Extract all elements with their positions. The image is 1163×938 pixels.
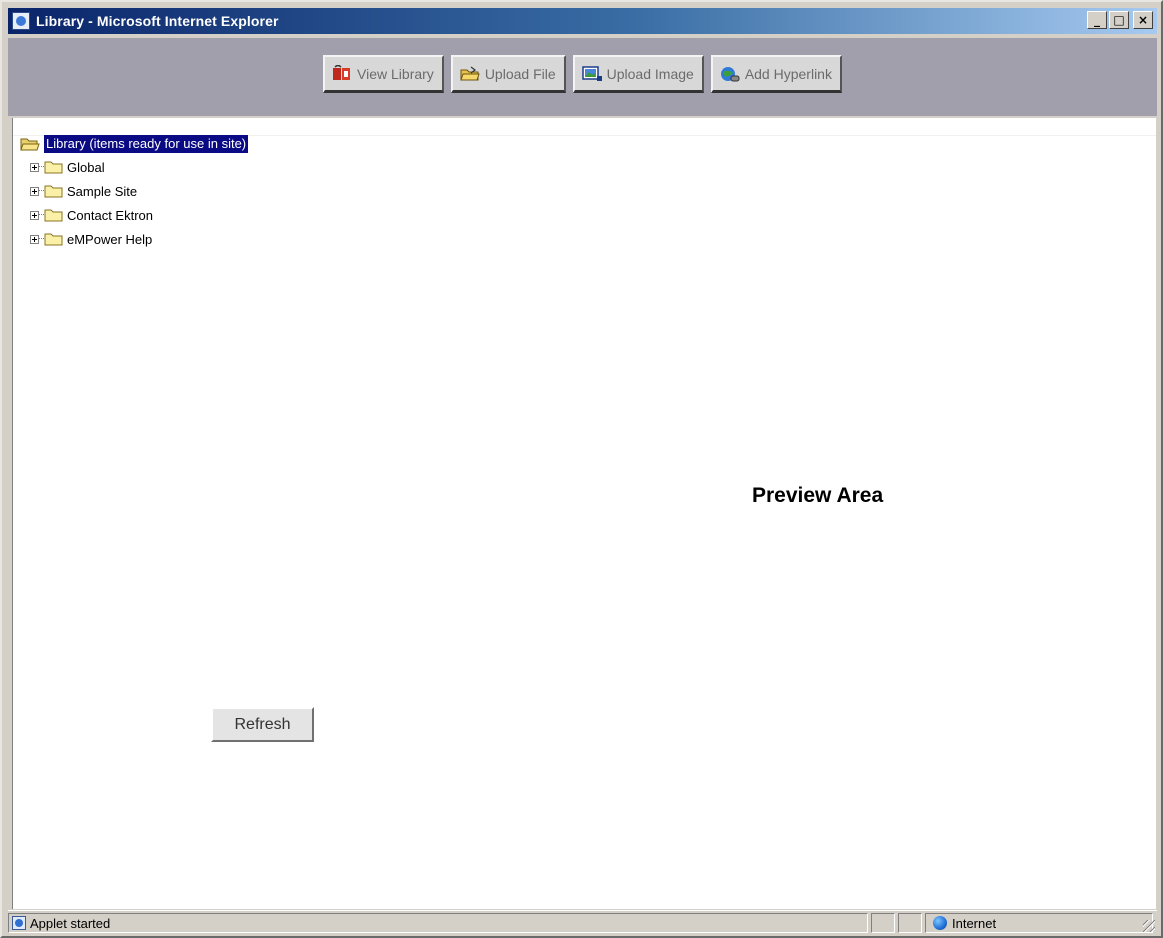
upload-image-label: Upload Image (606, 65, 694, 82)
tree-item-label[interactable]: Global (67, 160, 105, 175)
add-hyperlink-button[interactable]: Add Hyperlink (710, 55, 842, 93)
tree-root[interactable]: Library (items ready for use in site) (20, 133, 249, 155)
window-controls: _ □ × (1087, 11, 1153, 29)
resize-grip[interactable] (1143, 920, 1155, 932)
internet-explorer-icon[interactable] (12, 12, 30, 30)
tree-item-global[interactable]: Global (30, 155, 248, 179)
expand-icon[interactable] (30, 234, 39, 244)
folder-icon (44, 209, 63, 222)
upload-file-label: Upload File (484, 65, 556, 82)
library-toolbar: View Library Upload File Upload Image Ad… (8, 38, 1157, 116)
window-title: Library - Microsoft Internet Explorer (36, 13, 279, 29)
upload-file-button[interactable]: Upload File (450, 55, 566, 93)
page-content: Library (items ready for use in site) Gl… (12, 118, 1156, 909)
tree-item-contact-ektron[interactable]: Contact Ektron (30, 203, 248, 227)
tree-item-label[interactable]: Sample Site (67, 184, 137, 199)
maximize-button[interactable]: □ (1109, 11, 1129, 29)
page-icon (12, 916, 26, 930)
zone-label: Internet (952, 915, 997, 931)
minimize-button[interactable]: _ (1087, 11, 1107, 29)
upload-image-icon (581, 65, 602, 81)
add-hyperlink-icon (720, 66, 740, 81)
expand-icon[interactable] (30, 162, 39, 172)
status-bar: Applet started Internet (8, 910, 1157, 934)
upload-file-icon (460, 66, 480, 80)
view-library-button[interactable]: View Library (323, 55, 444, 93)
tree-item-sample-site[interactable]: Sample Site (30, 179, 248, 203)
tree-item-empower-help[interactable]: eMPower Help (30, 227, 248, 251)
tree-item-label[interactable]: Contact Ektron (67, 208, 153, 223)
folder-icon (44, 233, 63, 246)
expand-icon[interactable] (30, 210, 39, 220)
status-text: Applet started (30, 915, 111, 931)
folder-icon (44, 185, 63, 198)
tree-root-label[interactable]: Library (items ready for use in site) (44, 135, 249, 153)
tree-item-label[interactable]: eMPower Help (67, 232, 152, 247)
view-library-icon (333, 64, 351, 80)
browser-window: Library - Microsoft Internet Explorer _ … (0, 0, 1163, 938)
expand-icon[interactable] (30, 186, 39, 196)
open-folder-icon (20, 138, 40, 151)
folder-icon (44, 161, 63, 174)
status-main-pane: Applet started (8, 913, 868, 933)
title-bar[interactable]: Library - Microsoft Internet Explorer _ … (8, 8, 1157, 34)
view-library-label: View Library (357, 65, 434, 82)
close-button[interactable]: × (1133, 11, 1153, 29)
status-zone-pane: Internet (925, 913, 1153, 933)
library-tree: Library (items ready for use in site) Gl… (20, 133, 249, 251)
refresh-button[interactable]: Refresh (211, 707, 314, 742)
internet-zone-icon (933, 916, 947, 930)
status-pane-progress (871, 913, 895, 933)
add-hyperlink-label: Add Hyperlink (744, 65, 832, 82)
status-pane-secure (898, 913, 922, 933)
preview-area-label: Preview Area (752, 484, 884, 507)
upload-image-button[interactable]: Upload Image (572, 55, 704, 93)
